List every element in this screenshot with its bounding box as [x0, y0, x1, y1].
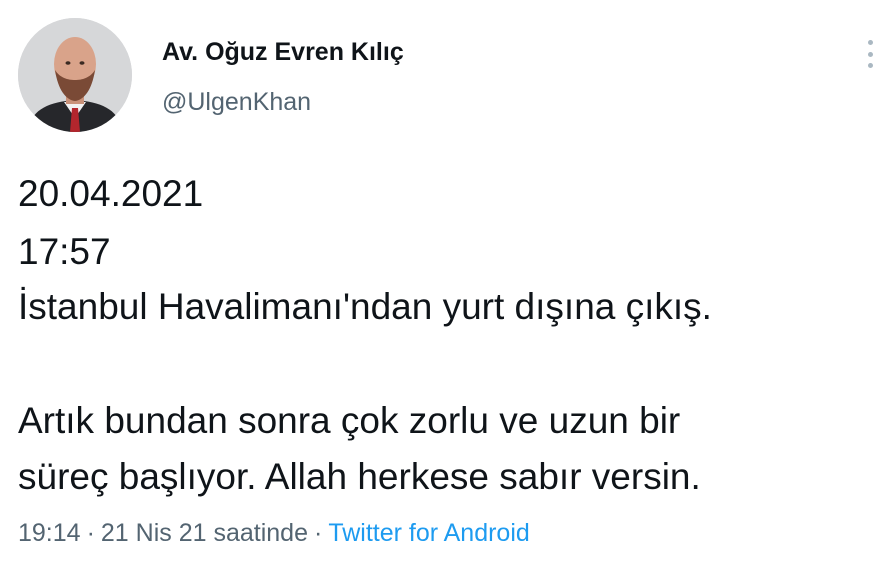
avatar-image: [18, 18, 132, 132]
author-display-name[interactable]: Av. Oğuz Evren Kılıç: [162, 38, 404, 67]
author-handle[interactable]: @UlgenKhan: [162, 88, 311, 117]
tweet-meta: 19:14 · 21 Nis 21 saatinde · Twitter for And…: [18, 519, 530, 548]
meta-separator: ·: [313, 519, 323, 547]
menu-dot: [867, 63, 873, 68]
tweet-source-link[interactable]: Twitter for Android: [328, 519, 529, 547]
tweet-text-line: İstanbul Havalimanı'ndan yurt dışına çık…: [18, 286, 712, 327]
tweet-time[interactable]: 19:14: [18, 519, 81, 547]
avatar[interactable]: [18, 18, 132, 132]
tweet-date[interactable]: 21 Nis 21 saatinde: [101, 519, 308, 547]
tweet-text-line: süreç başlıyor. Allah herkese sabır vers…: [18, 456, 701, 497]
tweet-text-line: 17:57: [18, 231, 111, 272]
meta-separator: ·: [86, 519, 95, 547]
more-vertical-icon[interactable]: [856, 36, 884, 72]
tweet-text-line: Artık bundan sonra çok zorlu ve uzun bir: [18, 400, 681, 441]
tweet-text-line: 20.04.2021: [18, 173, 204, 214]
tweet-card: Av. Oğuz Evren Kılıç @UlgenKhan 20.04.20…: [0, 0, 890, 566]
menu-dot: [867, 40, 873, 45]
menu-dot: [867, 51, 873, 57]
